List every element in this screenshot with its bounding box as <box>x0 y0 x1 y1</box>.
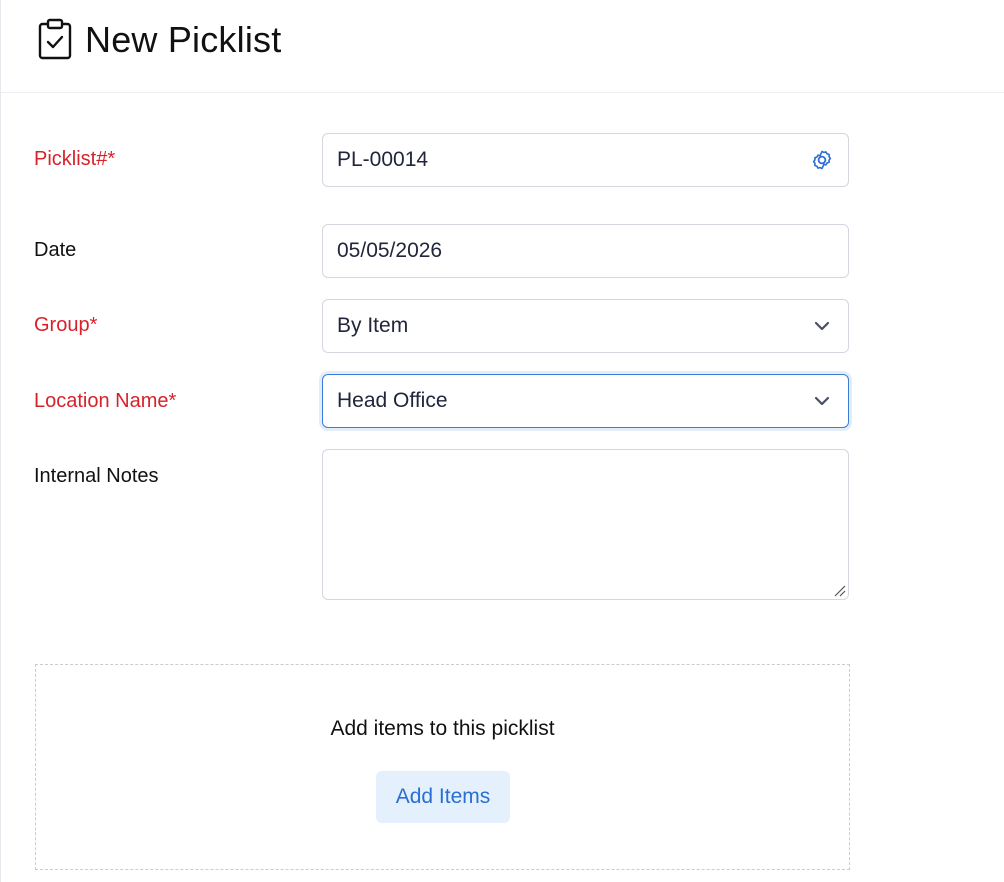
resize-grip-icon[interactable] <box>832 583 846 597</box>
location-name-value: Head Office <box>337 389 448 412</box>
add-items-section: Add items to this picklist Add Items <box>35 664 850 870</box>
chevron-down-icon[interactable] <box>810 314 834 338</box>
group-label: Group* <box>34 314 98 336</box>
date-field[interactable]: 05/05/2026 <box>322 224 849 278</box>
location-name-label: Location Name* <box>34 390 177 412</box>
picklist-number-field[interactable]: PL-00014 <box>322 133 849 187</box>
chevron-down-icon[interactable] <box>810 389 834 413</box>
internal-notes-textarea[interactable] <box>322 449 849 600</box>
add-items-button[interactable]: Add Items <box>376 771 510 823</box>
new-picklist-page: New Picklist Picklist#* PL-00014 Date 05… <box>0 0 1004 882</box>
page-title: New Picklist <box>85 19 282 60</box>
date-label: Date <box>34 239 77 261</box>
gear-icon[interactable] <box>810 148 834 172</box>
picklist-number-label: Picklist#* <box>34 148 116 170</box>
group-value: By Item <box>337 314 409 337</box>
clipboard-check-icon <box>38 18 72 60</box>
date-value: 05/05/2026 <box>337 239 443 262</box>
group-select[interactable]: By Item <box>322 299 849 353</box>
internal-notes-label: Internal Notes <box>34 465 159 487</box>
picklist-number-value: PL-00014 <box>337 148 429 171</box>
page-header: New Picklist <box>1 0 1004 93</box>
location-name-select[interactable]: Head Office <box>322 374 849 428</box>
add-items-prompt: Add items to this picklist <box>330 717 555 740</box>
